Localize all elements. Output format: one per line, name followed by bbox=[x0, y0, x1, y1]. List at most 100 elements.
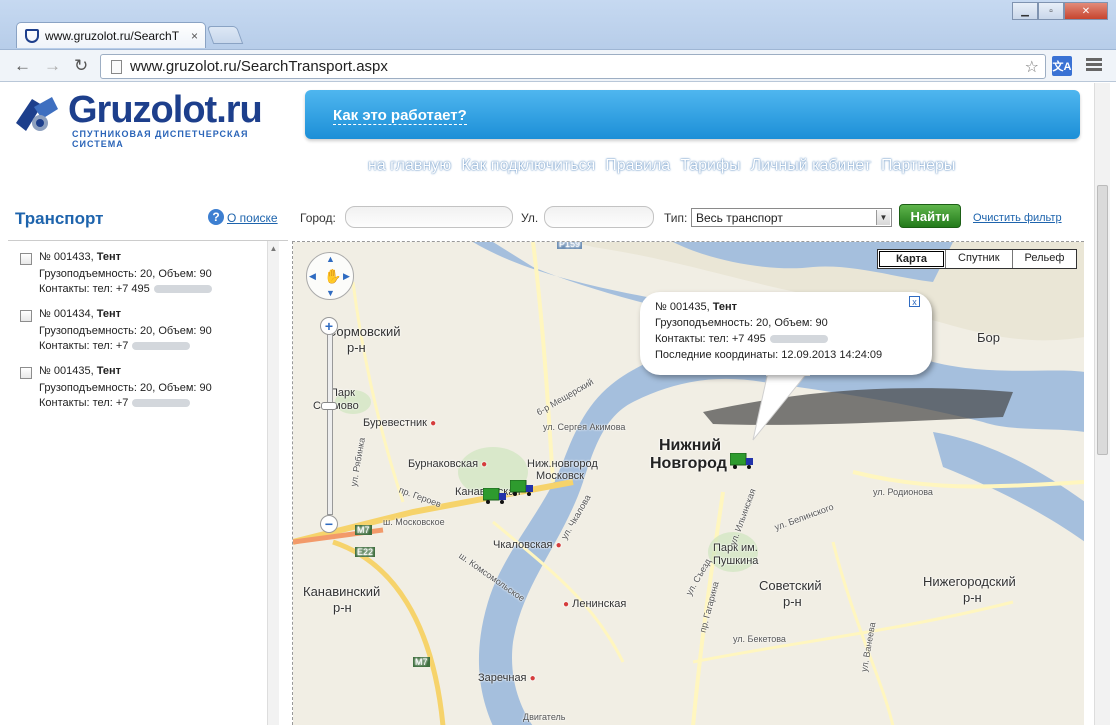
nav-partners[interactable]: Партнеры bbox=[881, 157, 955, 175]
road-badge: P159 bbox=[557, 241, 583, 249]
back-arrow-icon[interactable]: ← bbox=[14, 56, 31, 76]
pan-right-icon[interactable]: ▶ bbox=[343, 271, 350, 282]
about-search-link[interactable]: О поиске bbox=[227, 211, 278, 225]
metro-icon: ● bbox=[481, 459, 488, 470]
scroll-up-icon[interactable]: ▲ bbox=[268, 244, 279, 253]
transport-type: Тент bbox=[96, 251, 122, 263]
page-scrollbar-thumb[interactable] bbox=[1097, 185, 1108, 455]
page-title: Транспорт bbox=[15, 209, 104, 228]
new-tab-button[interactable] bbox=[206, 26, 244, 44]
type-label: Тип: bbox=[664, 211, 688, 225]
zoom-out-button[interactable]: − bbox=[320, 515, 338, 533]
main-nav: на главную Как подключиться Правила Тари… bbox=[368, 157, 955, 175]
map-type-map[interactable]: Карта bbox=[879, 251, 945, 267]
help-icon[interactable]: ? bbox=[208, 209, 224, 225]
map[interactable]: Сормовский р-н Парк Сормово Буревестник … bbox=[292, 241, 1084, 725]
translate-icon[interactable]: 文A bbox=[1052, 56, 1072, 76]
popup-tail bbox=[752, 372, 810, 441]
map-label: Канавинский bbox=[303, 584, 381, 599]
map-label: Парк bbox=[330, 387, 355, 399]
map-label: Бурнаковская ● bbox=[408, 458, 487, 470]
road-label: ул. Родионова bbox=[873, 487, 933, 497]
map-label: р-н bbox=[347, 340, 366, 355]
transport-number: № 001433 bbox=[39, 251, 91, 263]
transport-list: № 001433, Тент Грузоподъемность: 20, Объ… bbox=[8, 240, 288, 725]
map-type-satellite[interactable]: Спутник bbox=[945, 250, 1012, 268]
zoom-slider[interactable] bbox=[327, 333, 333, 515]
maximize-button[interactable]: ▫ bbox=[1038, 2, 1064, 20]
zoom-in-button[interactable]: + bbox=[320, 317, 338, 335]
url-text[interactable]: www.gruzolot.ru/SearchTransport.aspx bbox=[130, 58, 388, 75]
nav-how-to-connect[interactable]: Как подключиться bbox=[461, 157, 595, 175]
browser-tab[interactable]: www.gruzolot.ru/SearchT × bbox=[16, 22, 206, 48]
transport-contacts: Контакты: тел: +7 bbox=[39, 340, 129, 352]
hidden-phone bbox=[132, 399, 191, 408]
minimize-button[interactable]: ▁ bbox=[1012, 2, 1038, 20]
map-city-label: Новгород bbox=[650, 455, 727, 472]
truck-marker-icon[interactable] bbox=[483, 488, 507, 504]
road-label: Двигатель bbox=[523, 712, 566, 722]
map-label: Заречная ● bbox=[478, 672, 536, 684]
transport-type-select[interactable]: Весь транспорт ▼ bbox=[691, 208, 892, 227]
hidden-phone bbox=[769, 335, 828, 344]
clear-filter-link[interactable]: Очистить фильтр bbox=[973, 212, 1062, 224]
transport-type: Тент bbox=[96, 308, 122, 320]
metro-station-name: Чкаловская bbox=[493, 539, 553, 551]
tab-close-icon[interactable]: × bbox=[191, 29, 198, 43]
transport-capacity: Грузоподъемность: 20, Объем: 90 bbox=[39, 268, 212, 280]
pan-down-icon[interactable]: ▼ bbox=[326, 288, 335, 298]
close-icon[interactable]: x bbox=[909, 296, 920, 307]
logo-subtitle: СПУТНИКОВАЯ ДИСПЕТЧЕРСКАЯ СИСТЕМА bbox=[72, 129, 249, 149]
truck-marker-icon[interactable] bbox=[730, 453, 754, 469]
how-it-works-link[interactable]: Как это работает? bbox=[333, 107, 467, 125]
map-type-terrain[interactable]: Рельеф bbox=[1011, 250, 1077, 268]
nav-account[interactable]: Личный кабинет bbox=[751, 157, 871, 175]
truck-marker-icon[interactable] bbox=[510, 480, 534, 496]
zoom-slider-thumb[interactable] bbox=[321, 402, 337, 410]
browser-titlebar: www.gruzolot.ru/SearchT × ▁ ▫ ✕ bbox=[0, 0, 1116, 50]
transport-contacts: Контакты: тел: +7 495 bbox=[39, 283, 150, 295]
hidden-phone bbox=[132, 342, 191, 351]
address-bar[interactable]: www.gruzolot.ru/SearchTransport.aspx ☆ bbox=[100, 54, 1046, 79]
popup-contacts-line: Контакты: тел: +7 495 bbox=[655, 331, 932, 347]
page: Gruzolot.ru СПУТНИКОВАЯ ДИСПЕТЧЕРСКАЯ СИ… bbox=[8, 83, 1093, 725]
bookmark-star-icon[interactable]: ☆ bbox=[1025, 57, 1039, 77]
street-input[interactable] bbox=[544, 206, 654, 228]
select-checkbox[interactable] bbox=[20, 367, 32, 379]
transport-contacts: Контакты: тел: +7 bbox=[39, 397, 129, 409]
chevron-down-icon[interactable]: ▼ bbox=[876, 210, 890, 225]
browser-menu-icon[interactable] bbox=[1086, 58, 1102, 73]
map-city-label: Нижний bbox=[659, 437, 722, 454]
reload-icon[interactable]: ↻ bbox=[74, 56, 88, 76]
popup-number: № 001435 bbox=[655, 301, 707, 313]
select-checkbox[interactable] bbox=[20, 310, 32, 322]
map-label: Советский bbox=[759, 578, 822, 593]
nav-rules[interactable]: Правила bbox=[605, 157, 670, 175]
site-logo[interactable]: Gruzolot.ru СПУТНИКОВАЯ ДИСПЕТЧЕРСКАЯ СИ… bbox=[12, 89, 292, 149]
transport-contacts-line: Контакты: тел: +7 495 bbox=[39, 283, 212, 295]
road-badge: M7 bbox=[413, 657, 430, 667]
map-label: Чкаловская ● bbox=[493, 539, 562, 551]
road-badge: E22 bbox=[355, 547, 376, 557]
find-button[interactable]: Найти bbox=[899, 204, 961, 228]
close-window-button[interactable]: ✕ bbox=[1064, 2, 1108, 20]
nav-tariffs[interactable]: Тарифы bbox=[680, 157, 740, 175]
nav-home[interactable]: на главную bbox=[368, 157, 451, 175]
transport-number: № 001434 bbox=[39, 308, 91, 320]
forward-arrow-icon[interactable]: → bbox=[44, 56, 61, 76]
browser-toolbar: ← → ↻ www.gruzolot.ru/SearchTransport.as… bbox=[0, 50, 1116, 82]
map-label: Ниж.новгород bbox=[527, 458, 598, 470]
select-checkbox[interactable] bbox=[20, 253, 32, 265]
transport-number: № 001435 bbox=[39, 365, 91, 377]
map-pan-control[interactable]: ▲ ▼ ◀ ▶ ✋ bbox=[306, 252, 354, 300]
city-input[interactable] bbox=[345, 206, 513, 228]
pan-up-icon[interactable]: ▲ bbox=[326, 254, 335, 264]
popup-last-coords: Последние координаты: 12.09.2013 14:24:0… bbox=[655, 349, 883, 361]
metro-icon: ● bbox=[430, 418, 437, 429]
page-scrollbar[interactable] bbox=[1094, 83, 1110, 725]
metro-icon: ● bbox=[555, 540, 562, 551]
transport-number-line: № 001433, Тент bbox=[39, 251, 122, 263]
list-scrollbar[interactable]: ▲ bbox=[267, 241, 279, 725]
pan-left-icon[interactable]: ◀ bbox=[309, 271, 316, 282]
hidden-phone bbox=[153, 285, 212, 294]
